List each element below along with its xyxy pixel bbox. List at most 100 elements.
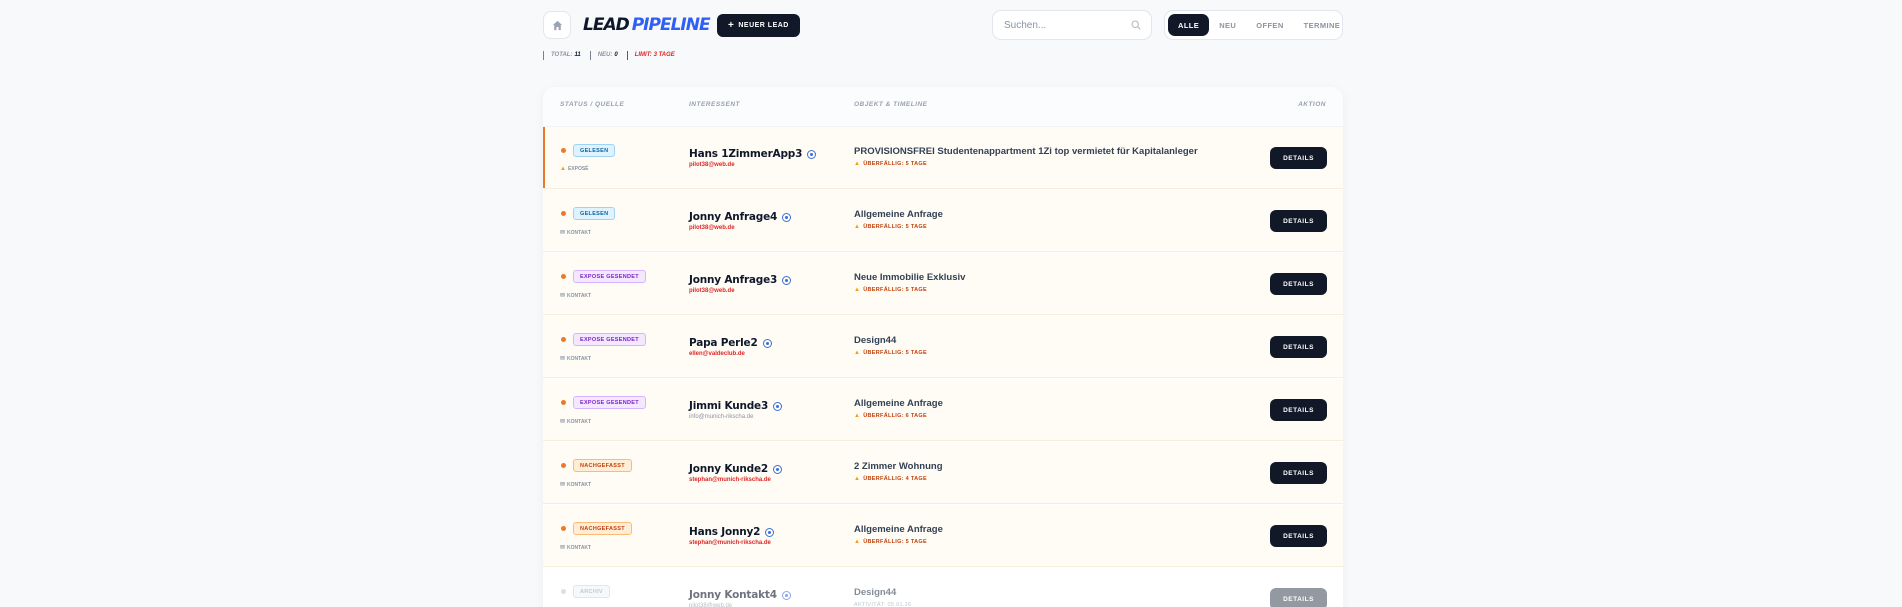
source-text: KONTAKT: [567, 229, 592, 236]
lead-email[interactable]: pilot38@web.de: [689, 225, 735, 231]
object-title: Design44: [854, 587, 897, 598]
table-row[interactable]: GELESEN ✉ KONTAKT Jonny Anfrage4 pilot38@web…: [543, 190, 1343, 252]
table-row[interactable]: NACHGEFASST ✉ KONTAKT Hans Jonny2 stephan@mu…: [543, 505, 1343, 567]
filter-tab-alle[interactable]: ALLE: [1168, 14, 1210, 36]
stat-neu: NEU: 0: [589, 50, 618, 60]
lead-table: STATUS / QUELLE INTERESSENT OBJEKT & TIM…: [543, 87, 1343, 607]
user-icon: [807, 149, 817, 159]
timeline-text: ÜBERFÄLLIG: 6 TAGE: [863, 413, 927, 419]
lead-email[interactable]: pilot38@web.de: [689, 603, 732, 607]
timeline-status: ▲ ÜBERFÄLLIG: 5 TAGE: [854, 287, 927, 293]
lead-name: Jimmi Kunde3: [689, 400, 783, 412]
timeline-text: ÜBERFÄLLIG: 5 TAGE: [863, 350, 927, 356]
table-row[interactable]: NACHGEFASST ✉ KONTAKT Jonny Kunde2 stephan@m…: [543, 442, 1343, 504]
timeline-text: ÜBERFÄLLIG: 4 TAGE: [863, 476, 927, 482]
timeline-status: ▲ ÜBERFÄLLIG: 4 TAGE: [854, 476, 927, 482]
details-button[interactable]: DETAILS: [1270, 147, 1327, 169]
timeline-text: AKTIVITÄT: 05.01.26: [854, 602, 912, 607]
lead-email[interactable]: pilot38@web.de: [689, 162, 735, 168]
status-badge: ARCHIV: [573, 585, 610, 598]
status-badge: NACHGEFASST: [573, 459, 632, 472]
object-title: Neue Immobilie Exklusiv: [854, 272, 966, 283]
lead-name-text: Jonny Anfrage4: [689, 211, 778, 223]
timeline-text: ÜBERFÄLLIG: 5 TAGE: [863, 539, 927, 545]
source-text: KONTAKT: [567, 355, 592, 362]
table-header: STATUS / QUELLE INTERESSENT OBJEKT & TIM…: [543, 87, 1343, 127]
table-row[interactable]: ARCHIV✉KONTAKTJonny Kontakt4pilot38@web.…: [543, 568, 1343, 607]
timeline-status: ▲ ÜBERFÄLLIG: 5 TAGE: [854, 539, 927, 545]
lead-name-text: Hans Jonny2: [689, 526, 761, 538]
warning-icon: ▲: [854, 350, 861, 356]
expose-icon: ▲: [560, 166, 566, 172]
table-row[interactable]: EXPOSE GESENDET ✉ KONTAKT Jimmi Kunde3 info@…: [543, 379, 1343, 441]
lead-email[interactable]: ellen@valdeclub.de: [689, 351, 745, 357]
source-label: ✉ KONTAKT: [560, 481, 592, 489]
stat-neu-label: NEU:: [597, 52, 613, 58]
status-dot: [561, 337, 566, 342]
warning-icon: ▲: [854, 413, 861, 419]
object-title: Design44: [854, 335, 897, 346]
source-text: KONTAKT: [567, 481, 592, 488]
details-button[interactable]: DETAILS: [1270, 462, 1327, 484]
details-button[interactable]: DETAILS: [1270, 525, 1327, 547]
source-label: ✉ KONTAKT: [560, 292, 592, 300]
table-row[interactable]: EXPOSE GESENDET ✉ KONTAKT Papa Perle2 ellen@…: [543, 316, 1343, 378]
source-label: ✉ KONTAKT: [560, 544, 592, 552]
status-badge: EXPOSE GESENDET: [573, 396, 646, 409]
home-button[interactable]: [543, 11, 571, 39]
status-badge: GELESEN: [573, 144, 616, 157]
app-logo: LEAD PIPELINE: [583, 15, 711, 35]
timeline-status: ▲ ÜBERFÄLLIG: 5 TAGE: [854, 224, 927, 230]
lead-name-text: Hans 1ZimmerApp3: [689, 148, 803, 160]
lead-name: Jonny Anfrage3: [689, 274, 792, 286]
details-button[interactable]: DETAILS: [1270, 210, 1327, 232]
filter-tab-neu[interactable]: NEU: [1209, 14, 1246, 36]
lead-name: Hans Jonny2: [689, 526, 775, 538]
warning-icon: ▲: [854, 287, 861, 293]
object-title: 2 Zimmer Wohnung: [854, 461, 943, 472]
warning-icon: ▲: [854, 161, 861, 167]
search-icon: [1131, 20, 1141, 30]
status-dot: [561, 274, 566, 279]
details-button[interactable]: DETAILS: [1270, 399, 1327, 421]
details-button[interactable]: DETAILS: [1270, 588, 1327, 607]
col-interessent: INTERESSENT: [689, 101, 741, 108]
lead-name-text: Jimmi Kunde3: [689, 400, 769, 412]
contact-icon: ✉: [560, 356, 566, 362]
user-icon: [762, 338, 772, 348]
details-button[interactable]: DETAILS: [1270, 273, 1327, 295]
source-label: ✉ KONTAKT: [560, 418, 591, 426]
warning-icon: ▲: [854, 476, 861, 482]
lead-name: Jonny Anfrage4: [689, 211, 792, 223]
source-text: EXPOSÉ: [567, 166, 589, 172]
search-input[interactable]: [1004, 19, 1124, 31]
table-row[interactable]: GELESEN ▲ EXPOSÉ Hans 1ZimmerApp3 pilot38@we…: [543, 127, 1343, 189]
header: LEADPIPELINE +NEUER LEAD ALLENEUOFFENTER…: [543, 0, 1343, 50]
source-label: ✉ KONTAKT: [560, 355, 592, 363]
lead-email[interactable]: stephan@munich-rikscha.de: [689, 477, 771, 483]
filter-tabs: ALLE NEU OFFEN TERMINE: [1164, 10, 1343, 40]
col-objekt: OBJEKT & TIMELINE: [854, 101, 928, 108]
lead-email[interactable]: pilot38@web.de: [689, 288, 735, 294]
object-title: PROVISIONSFREI Studentenappartment 1Zi t…: [854, 146, 1198, 157]
user-icon: [781, 590, 791, 600]
contact-icon: ✉: [560, 482, 566, 488]
source-text: KONTAKT: [567, 544, 592, 551]
lead-email[interactable]: stephan@munich-rikscha.de: [689, 540, 771, 546]
source-text: KONTAKT: [567, 292, 592, 299]
table-row[interactable]: EXPOSE GESENDET ✉ KONTAKT Jonny Anfrage3 pil…: [543, 253, 1343, 315]
timeline-text: ÜBERFÄLLIG: 5 TAGE: [863, 161, 927, 167]
new-lead-button[interactable]: + NEUER LEAD: [717, 14, 800, 37]
status-badge: EXPOSE GESENDET: [573, 270, 646, 283]
timeline-status: AKTIVITÄT: 05.01.26: [854, 602, 911, 607]
details-button[interactable]: DETAILS: [1270, 336, 1327, 358]
contact-icon: ✉: [560, 230, 566, 236]
lead-email[interactable]: info@munich-rikscha.de: [689, 414, 753, 420]
object-title: Allgemeine Anfrage: [854, 524, 943, 535]
status-badge: GELESEN: [573, 207, 616, 220]
filter-tab-offen[interactable]: OFFEN: [1246, 14, 1293, 36]
lead-name: Jonny Kunde2: [689, 463, 783, 475]
filter-tab-termine[interactable]: TERMINE: [1294, 14, 1351, 36]
lead-name: Papa Perle2: [689, 337, 772, 349]
stat-limit: LIMIT: 3 TAGE: [626, 50, 675, 60]
